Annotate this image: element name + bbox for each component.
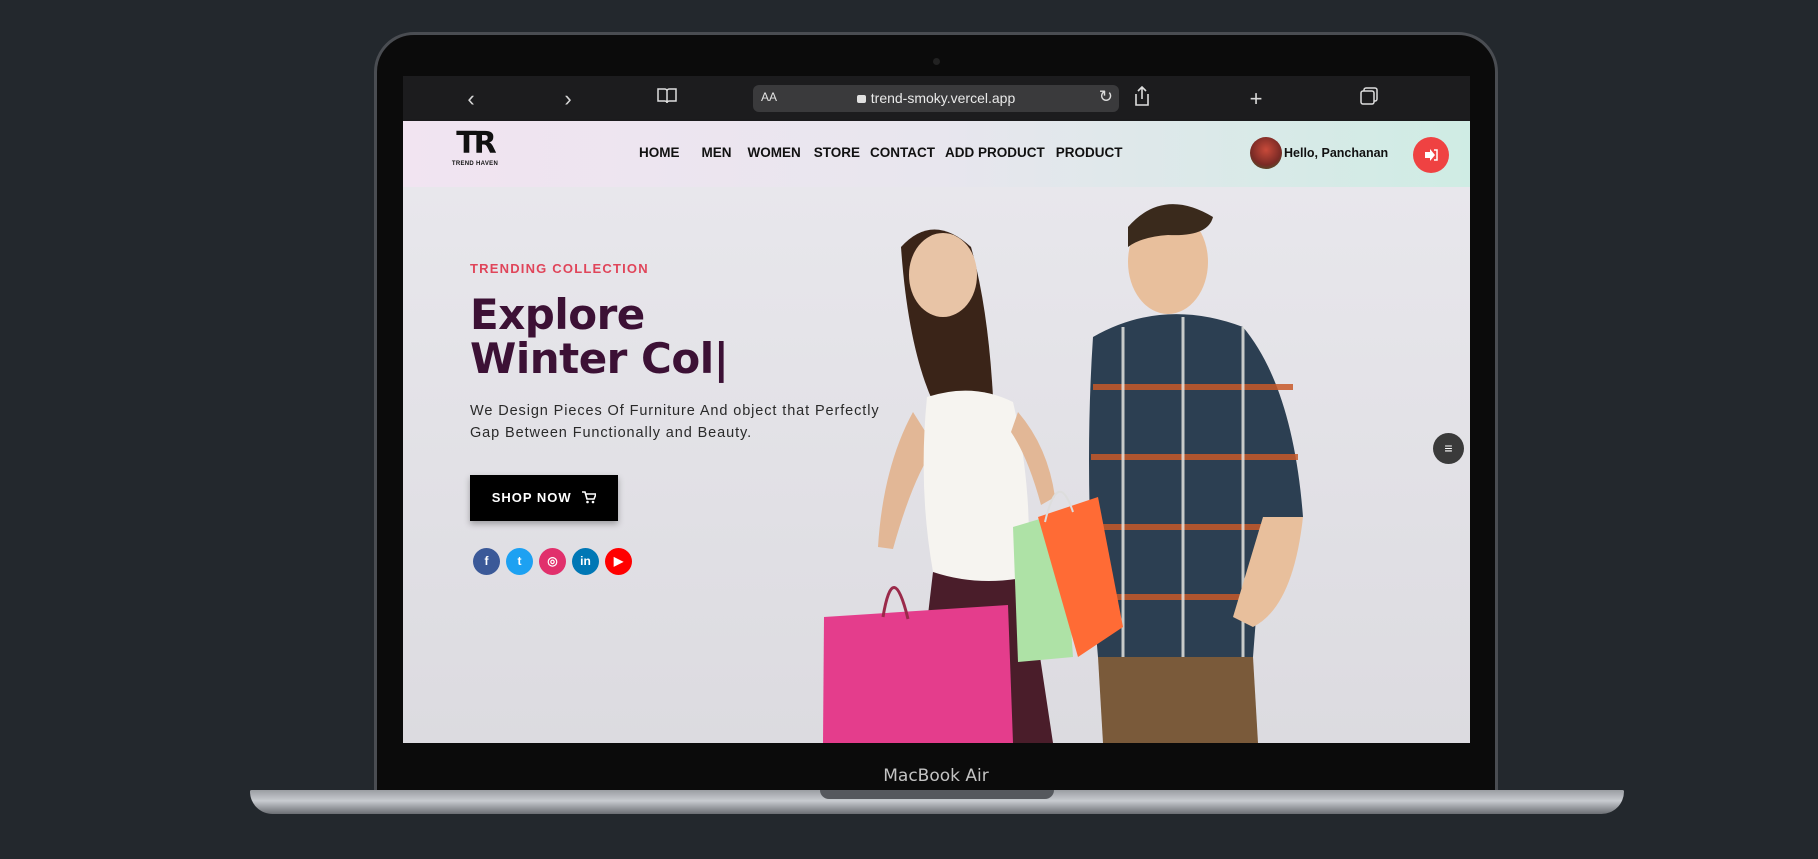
share-icon[interactable]: [1129, 85, 1155, 112]
instagram-icon[interactable]: ◎: [539, 548, 566, 575]
nav-contact[interactable]: CONTACT: [870, 145, 935, 160]
shop-now-label: SHOP NOW: [491, 490, 572, 505]
plus-icon[interactable]: +: [1243, 86, 1269, 112]
device-brand-label: MacBook Air: [883, 766, 989, 786]
camera: [933, 58, 940, 65]
avatar[interactable]: [1250, 137, 1282, 169]
nav-home[interactable]: HOME: [639, 145, 680, 160]
book-icon[interactable]: [654, 86, 680, 112]
browser-toolbar: ‹ › AA trend-smoky.vercel.app ↻ +: [403, 76, 1470, 121]
nav-women[interactable]: WOMEN: [748, 145, 801, 160]
hero-image: [823, 204, 1303, 743]
floating-menu-button[interactable]: ≡: [1433, 433, 1464, 464]
logout-icon: [1425, 149, 1438, 162]
hero-lead: We Design Pieces Of Furniture And object…: [470, 403, 880, 441]
logout-button[interactable]: [1413, 137, 1449, 173]
social-links: f t ◎ in ▶: [473, 548, 638, 575]
facebook-icon[interactable]: f: [473, 548, 500, 575]
logo-mark: TR: [456, 126, 497, 161]
youtube-icon[interactable]: ▶: [605, 548, 632, 575]
linkedin-icon[interactable]: in: [572, 548, 599, 575]
cart-icon: [582, 491, 598, 504]
address-bar[interactable]: AA trend-smoky.vercel.app ↻: [753, 85, 1119, 112]
site-header: TR TREND HAVEN HOME MEN WOMEN STORE CONT…: [403, 121, 1470, 187]
user-menu[interactable]: Hello, Panchanan: [1250, 137, 1388, 169]
nav-store[interactable]: STORE: [814, 145, 860, 160]
nav-product[interactable]: PRODUCT: [1056, 145, 1123, 160]
shop-now-button[interactable]: SHOP NOW: [470, 475, 618, 521]
main-nav: HOME MEN WOMEN STORE CONTACT ADD PRODUCT…: [639, 145, 1136, 160]
hero-headline: Explore Winter Col|: [470, 290, 729, 383]
user-greeting: Hello, Panchanan: [1284, 146, 1389, 160]
screen: ‹ › AA trend-smoky.vercel.app ↻ + TR TRE…: [403, 76, 1470, 743]
reload-icon[interactable]: ↻: [1099, 87, 1113, 107]
site-logo[interactable]: TR TREND HAVEN: [447, 127, 503, 177]
chevron-right-icon[interactable]: ›: [555, 86, 581, 112]
logo-text: TREND HAVEN: [451, 161, 499, 167]
twitter-icon[interactable]: t: [506, 548, 533, 575]
nav-add-product[interactable]: ADD PRODUCT: [945, 145, 1045, 160]
lock-icon: [856, 95, 866, 103]
chevron-left-icon[interactable]: ‹: [458, 86, 484, 112]
laptop-notch: [820, 790, 1054, 799]
url-text: trend-smoky.vercel.app: [870, 90, 1016, 106]
nav-men[interactable]: MEN: [702, 145, 732, 160]
tabs-icon[interactable]: [1356, 86, 1382, 112]
hero-eyebrow: TRENDING COLLECTION: [470, 261, 649, 276]
hero-section: TRENDING COLLECTION Explore Winter Col| …: [403, 187, 1470, 743]
